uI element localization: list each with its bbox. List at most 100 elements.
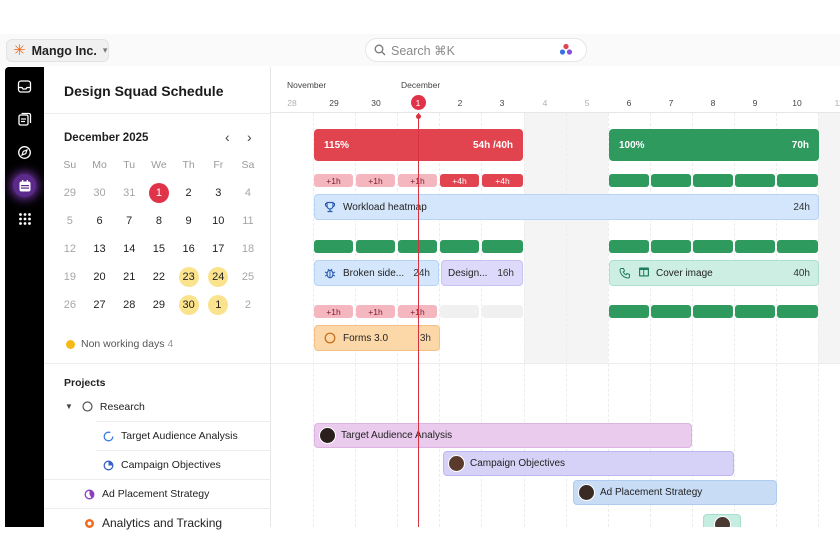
capacity-bar-full[interactable]: 100% 70h [609, 129, 819, 161]
capacity-chip[interactable] [735, 240, 775, 253]
calendar-day[interactable]: 25 [233, 266, 263, 288]
capacity-chip[interactable] [609, 174, 649, 187]
search-bar[interactable]: Search ⌘K [365, 38, 587, 62]
calendar-day[interactable]: 10 [203, 210, 233, 232]
avatar [448, 455, 465, 472]
calendar-day[interactable]: 29 [144, 294, 174, 316]
task-forms[interactable]: Forms 3.0 3h [314, 325, 440, 351]
search-placeholder: Search ⌘K [391, 43, 455, 58]
day-label: 5 [584, 98, 590, 108]
avatar [714, 515, 731, 527]
calendar-icon[interactable] [13, 174, 36, 197]
calendar-day[interactable]: 14 [114, 238, 144, 260]
task-title: Broken side... [343, 267, 405, 279]
capacity-chip[interactable] [651, 240, 691, 253]
capacity-chip[interactable] [356, 240, 395, 253]
capacity-chip[interactable] [440, 240, 479, 253]
overtime-chip[interactable]: +4h [482, 174, 523, 187]
calendar-day-nonworking[interactable]: 1 [203, 294, 233, 316]
capacity-chip[interactable] [693, 174, 733, 187]
inbox-icon[interactable] [13, 75, 36, 98]
calendar-day-nonworking[interactable]: 23 [174, 266, 204, 288]
overtime-chip[interactable]: +1h [314, 305, 353, 318]
calendar-day[interactable]: 5 [55, 210, 85, 232]
calendar-day[interactable]: 7 [114, 210, 144, 232]
calendar-day[interactable]: 28 [114, 294, 144, 316]
overtime-chip[interactable]: +1h [314, 174, 353, 187]
calendar-day[interactable]: 6 [85, 210, 115, 232]
capacity-chip[interactable] [693, 240, 733, 253]
calendar-day[interactable]: 18 [233, 238, 263, 260]
capacity-chip[interactable] [482, 240, 523, 253]
task-workload-heatmap[interactable]: Workload heatmap 24h [314, 194, 819, 220]
calendar-day[interactable]: 31 [114, 182, 144, 204]
avatar [578, 484, 595, 501]
capacity-chip[interactable] [609, 305, 649, 318]
calendar-day-nonworking[interactable]: 30 [174, 294, 204, 316]
calendar-day[interactable]: 4 [233, 182, 263, 204]
calendar-day[interactable]: 2 [174, 182, 204, 204]
capacity-chip[interactable] [735, 305, 775, 318]
gantt-bar-ad-placement[interactable]: Ad Placement Strategy [573, 480, 777, 505]
apps-icon[interactable] [13, 207, 36, 230]
divider [44, 113, 271, 114]
layout-icon [638, 266, 650, 281]
calendar-day-nonworking[interactable]: 24 [203, 266, 233, 288]
timeline-view: November December 28 29 30 1 2 3 4 5 6 7… [271, 67, 840, 527]
task-cover-image[interactable]: Cover image 40h [609, 260, 819, 286]
overtime-chip[interactable]: +1h [356, 305, 395, 318]
calendar-day[interactable]: 2 [233, 294, 263, 316]
capacity-chip[interactable] [777, 174, 818, 187]
capacity-chip[interactable] [693, 305, 733, 318]
caret-down-icon[interactable]: ▼ [65, 402, 73, 411]
capacity-chip[interactable] [609, 240, 649, 253]
calendar-day[interactable]: 17 [203, 238, 233, 260]
task-broken-side[interactable]: Broken side... 24h [314, 260, 439, 286]
workspace-switcher[interactable]: ✳ Mango Inc. ▾ [6, 39, 109, 62]
task-design[interactable]: Design... 16h [441, 260, 523, 286]
calendar-day[interactable]: 13 [85, 238, 115, 260]
chevron-right-icon[interactable]: › [247, 129, 252, 145]
projects-heading: Projects [64, 377, 106, 389]
project-row-research[interactable]: ▼ Research [44, 392, 271, 421]
calendar-day[interactable]: 26 [55, 294, 85, 316]
calendar-day[interactable]: 19 [55, 266, 85, 288]
calendar-day[interactable]: 21 [114, 266, 144, 288]
notes-icon[interactable] [13, 108, 36, 131]
ai-sparkle-icon[interactable] [559, 43, 573, 57]
calendar-day[interactable]: 22 [144, 266, 174, 288]
calendar-day[interactable]: 20 [85, 266, 115, 288]
trophy-icon [323, 200, 337, 214]
gantt-bar-campaign-objectives[interactable]: Campaign Objectives [443, 451, 734, 476]
capacity-chip[interactable] [651, 174, 691, 187]
project-row-ad-placement[interactable]: Ad Placement Strategy [44, 479, 271, 508]
gantt-bar-target-audience[interactable]: Target Audience Analysis [314, 423, 692, 448]
capacity-chip[interactable] [735, 174, 775, 187]
project-row-target-audience[interactable]: Target Audience Analysis [96, 421, 271, 450]
overtime-chip[interactable]: +1h [356, 174, 395, 187]
calendar-day[interactable]: 8 [144, 210, 174, 232]
calendar-day[interactable]: 11 [233, 210, 263, 232]
calendar-day[interactable]: 9 [174, 210, 204, 232]
calendar-day[interactable]: 12 [55, 238, 85, 260]
gantt-bar-analytics[interactable] [703, 514, 741, 527]
calendar-day[interactable]: 30 [85, 182, 115, 204]
calendar-day[interactable]: 3 [203, 182, 233, 204]
progress-ring-icon [103, 431, 114, 441]
calendar-day[interactable]: 16 [174, 238, 204, 260]
empty-chip [482, 305, 523, 318]
calendar-day-today[interactable]: 1 [144, 182, 174, 204]
capacity-chip[interactable] [314, 240, 353, 253]
explore-icon[interactable] [13, 141, 36, 164]
project-row-analytics[interactable]: Analytics and Tracking [44, 508, 271, 537]
chevron-left-icon[interactable]: ‹ [225, 129, 230, 145]
calendar-day[interactable]: 27 [85, 294, 115, 316]
capacity-chip[interactable] [651, 305, 691, 318]
capacity-chip[interactable] [777, 240, 818, 253]
calendar-day[interactable]: 29 [55, 182, 85, 204]
capacity-chip[interactable] [777, 305, 818, 318]
empty-chip [440, 305, 479, 318]
overtime-chip[interactable]: +4h [440, 174, 479, 187]
calendar-day[interactable]: 15 [144, 238, 174, 260]
project-row-campaign-objectives[interactable]: Campaign Objectives [96, 450, 271, 479]
